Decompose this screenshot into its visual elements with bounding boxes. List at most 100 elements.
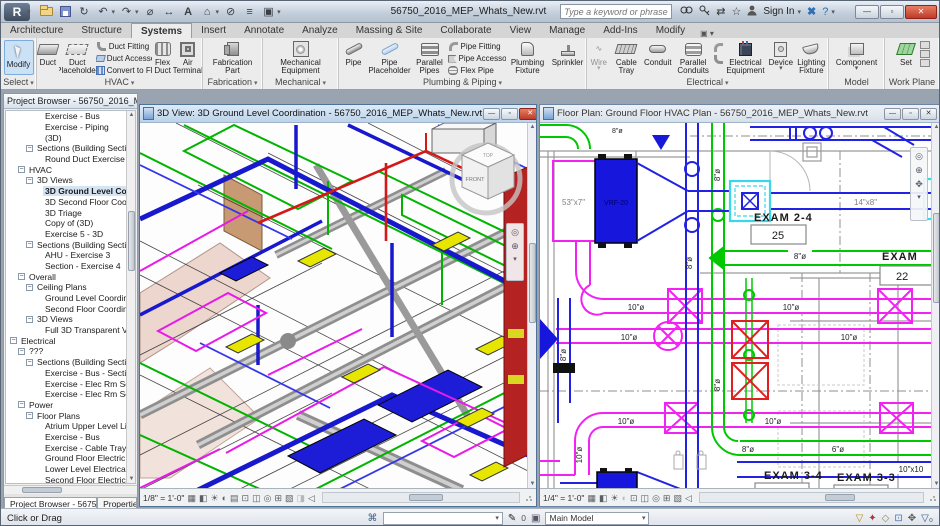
close-button[interactable]: ✕ (905, 5, 937, 19)
tab-architecture[interactable]: Architecture (1, 23, 72, 38)
tree-item[interactable]: −Ceiling Plans (6, 282, 126, 293)
tree-item[interactable]: −Sections (Building Sectio (6, 357, 126, 368)
rendering-dialog-icon[interactable]: ▤ (230, 493, 239, 503)
temporary-view-icon[interactable]: ▧ (673, 493, 682, 503)
sun-path-icon[interactable]: ☀ (210, 493, 218, 503)
tree-item[interactable]: Exercise - Bus (6, 111, 126, 122)
workplane-viewer-icon[interactable] (920, 50, 930, 58)
exchange-apps-icon[interactable]: ⇄ (716, 5, 725, 18)
ribbon-display-toggle-icon[interactable]: ▣ ▾ (700, 29, 714, 38)
tree-item[interactable]: Exercise - Piping (6, 122, 126, 133)
tree-item[interactable]: −??? (6, 346, 126, 357)
plumbing-panel-label[interactable]: Plumbing & Piping▾ (339, 76, 586, 89)
device-button[interactable]: Device ▾ (767, 39, 795, 76)
plan-titlebar[interactable]: Floor Plan: Ground Floor HVAC Plan - 567… (540, 105, 940, 123)
temporary-view-icon[interactable]: ▧ (285, 493, 294, 503)
design-option-dropdown[interactable]: Main Model ▾ (545, 512, 649, 525)
ref-plane-icon[interactable] (920, 59, 930, 67)
modify-button[interactable]: Modify (4, 40, 34, 75)
search-icon[interactable] (680, 5, 693, 19)
tree-expander-icon[interactable]: − (26, 241, 33, 248)
tab-manage[interactable]: Manage (540, 23, 594, 38)
reveal-hidden-icon[interactable]: ⊞ (663, 493, 671, 503)
cable-tray-button[interactable]: Cable Tray (611, 39, 642, 76)
tree-item[interactable]: −Power (6, 400, 126, 411)
view3d-canvas[interactable]: FRONT TOP ◎ ⊕ ▾ ▲ ▼ (140, 123, 536, 489)
workset-dropdown[interactable]: ▾ (383, 512, 503, 525)
visual-style-icon[interactable]: ◧ (599, 493, 608, 503)
scroll-up-icon[interactable]: ▲ (932, 123, 940, 131)
parallel-pipes-button[interactable]: Parallel Pipes (412, 39, 448, 76)
tree-item[interactable]: Ground Floor Electric (6, 453, 126, 464)
pipe-button[interactable]: Pipe (340, 39, 368, 76)
tree-item[interactable]: Lower Level Electrical (6, 464, 126, 475)
temporary-hide-icon[interactable]: ◎ (652, 493, 660, 503)
view3d-arrow-icon[interactable]: ▾ (216, 8, 220, 16)
analytical-model-icon[interactable]: ◨ (297, 493, 306, 503)
worksets-icon[interactable]: ⌘ (367, 513, 378, 523)
temporary-hide-icon[interactable]: ◎ (264, 493, 272, 503)
view-minimize-button[interactable]: — (483, 108, 500, 120)
crop-view-icon[interactable]: ⊡ (242, 493, 250, 503)
design-options-icon[interactable]: ▣ (531, 513, 540, 524)
text-icon[interactable]: A (181, 4, 196, 19)
navigation-bar[interactable]: ◎ ⊕ ✥ ▾ (910, 147, 928, 221)
selection-filter-icon[interactable]: ▽₀ (921, 513, 933, 524)
pipe-accessory-button[interactable]: Pipe Accessory (448, 53, 506, 64)
tree-item[interactable]: −Electrical (6, 335, 126, 346)
tree-item[interactable]: Atrium Upper Level Li (6, 421, 126, 432)
tree-item[interactable]: Round Duct Exercise (6, 154, 126, 165)
steering-wheel-icon[interactable]: ◎ (511, 227, 519, 238)
mechanical-equipment-button[interactable]: Mechanical Equipment (271, 39, 331, 76)
open-icon[interactable] (39, 4, 54, 19)
tab-insert[interactable]: Insert (192, 23, 235, 38)
tree-expander-icon[interactable]: − (26, 316, 33, 323)
select-underlay-icon[interactable]: ◇ (882, 513, 890, 524)
tree-item[interactable]: −Floor Plans (6, 410, 126, 421)
workplane-panel-label[interactable]: Work Plane (885, 76, 939, 89)
tree-item[interactable]: (3D) (6, 132, 126, 143)
convert-to-flex-duct-button[interactable]: Convert to Flex Duct (96, 65, 152, 76)
help-arrow-icon[interactable]: ▾ (831, 8, 835, 16)
aligned-dimension-icon[interactable]: ↔ (162, 4, 177, 19)
duct-accessory-button[interactable]: Duct Accessory (96, 53, 152, 64)
sprinkler-button[interactable]: Sprinkler (550, 39, 586, 76)
project-browser-titlebar[interactable]: Project Browser - 56750_2016_MEP_W... ✕ (4, 94, 137, 109)
tree-item[interactable]: Exercise - Elec Rm Se (6, 389, 126, 400)
tab-massing-site[interactable]: Massing & Site (347, 23, 432, 38)
tree-expander-icon[interactable]: − (26, 284, 33, 291)
signin-arrow-icon[interactable]: ▾ (797, 8, 801, 16)
electrical-panel-label[interactable]: Electrical▾ (587, 76, 828, 89)
plan-canvas[interactable]: 53"x7" 14"x8" 10"ø 10"ø 10"ø 10"ø 10"ø 1… (540, 123, 940, 489)
browser-vscrollbar[interactable]: ▲ ▼ (126, 111, 135, 483)
view-close-button[interactable]: ✕ (920, 108, 937, 120)
mechanical-panel-label[interactable]: Mechanical▾ (263, 76, 338, 89)
thin-lines-icon[interactable]: ≡ (242, 4, 257, 19)
a360-icon[interactable]: ✖ (807, 5, 816, 18)
redo-arrow-icon[interactable]: ▾ (135, 8, 139, 16)
tree-item[interactable]: 3D Second Floor Coo (6, 197, 126, 208)
show-crop-icon[interactable]: ◫ (252, 493, 261, 503)
tree-item[interactable]: Exercise - Bus - Sectio (6, 368, 126, 379)
constraints-icon[interactable]: ◁ (685, 493, 692, 503)
plan-vscrollbar[interactable]: ▲ ▼ (931, 123, 940, 488)
scroll-up-icon[interactable]: ▲ (528, 123, 536, 131)
tree-expander-icon[interactable]: − (26, 359, 33, 366)
sync-icon[interactable]: ↻ (77, 4, 92, 19)
detail-level-icon[interactable]: ▦ (187, 493, 196, 503)
duct-fitting-button[interactable]: Duct Fitting (96, 41, 152, 52)
tab-collaborate[interactable]: Collaborate (431, 23, 500, 38)
tree-item[interactable]: Copy of (3D) (6, 218, 126, 229)
navbar-options-icon[interactable]: ▾ (513, 255, 517, 263)
default-3d-view-icon[interactable]: ⌂ (200, 4, 215, 19)
scale-label[interactable]: 1/4" = 1'-0" (543, 493, 584, 503)
tab-annotate[interactable]: Annotate (235, 23, 293, 38)
steering-wheel-icon[interactable]: ◎ (915, 151, 923, 162)
tree-item[interactable]: Section - Exercise 4 (6, 261, 126, 272)
scroll-up-icon[interactable]: ▲ (127, 111, 136, 119)
tree-expander-icon[interactable]: − (18, 401, 25, 408)
view3d-hscrollbar[interactable] (322, 492, 520, 503)
tree-item[interactable]: 3D Ground Level Coo (6, 186, 126, 197)
conduit-fitting-icon[interactable] (713, 42, 724, 52)
parallel-conduits-button[interactable]: Parallel Conduits (674, 39, 713, 76)
